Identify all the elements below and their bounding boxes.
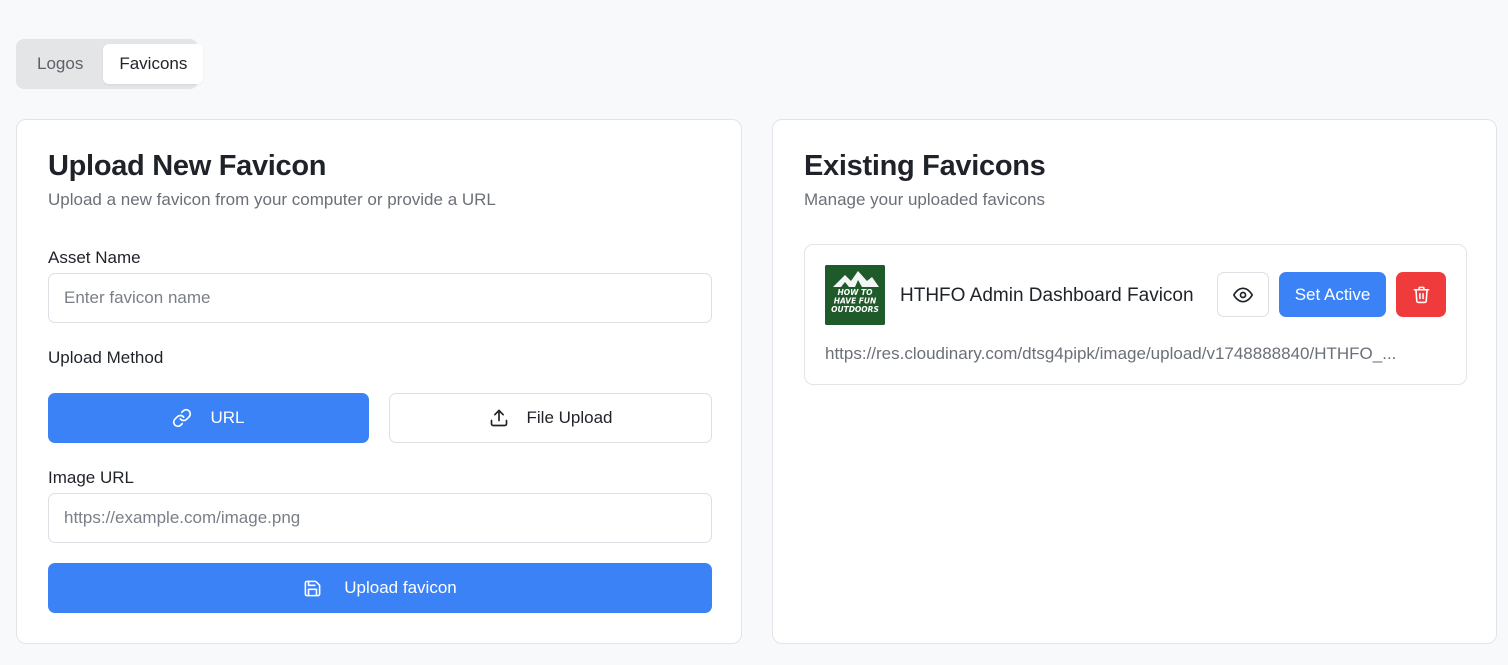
image-url-input[interactable] [48,493,712,543]
image-url-label: Image URL [48,468,134,487]
existing-card-title: Existing Favicons [804,150,1046,182]
method-url-button[interactable]: URL [48,393,369,443]
favicon-name: HTHFO Admin Dashboard Favicon [900,285,1194,306]
upload-favicon-label: Upload favicon [344,578,457,597]
method-file-upload-button[interactable]: File Upload [389,393,712,443]
asset-type-tabs: Logos Favicons [16,39,204,89]
save-icon [303,579,322,598]
tab-favicons[interactable]: Favicons [103,44,204,84]
upload-card-subtitle: Upload a new favicon from your computer … [48,190,496,209]
asset-name-label: Asset Name [48,248,141,267]
method-file-label: File Upload [526,408,613,427]
method-url-label: URL [210,408,245,427]
upload-card-title: Upload New Favicon [48,150,327,182]
eye-icon [1233,285,1253,305]
favicon-list-item: HOW TO HAVE FUN OUTDOORS HTHFO Admin Das… [804,244,1467,385]
upload-favicon-card: Upload New Favicon Upload a new favicon … [16,119,742,644]
tab-logos[interactable]: Logos [21,44,99,84]
upload-icon [489,408,509,428]
link-icon [172,408,192,428]
existing-favicons-card: Existing Favicons Manage your uploaded f… [772,119,1497,644]
set-active-button[interactable]: Set Active [1279,272,1386,317]
favicon-url: https://res.cloudinary.com/dtsg4pipk/ima… [825,344,1397,363]
thumb-text-line-3: OUTDOORS [831,305,879,314]
delete-favicon-button[interactable] [1396,272,1446,317]
favicon-thumbnail: HOW TO HAVE FUN OUTDOORS [825,265,885,325]
view-favicon-button[interactable] [1217,272,1269,317]
upload-method-label: Upload Method [48,348,164,367]
upload-favicon-button[interactable]: Upload favicon [48,563,712,613]
existing-card-subtitle: Manage your uploaded favicons [804,190,1045,209]
trash-icon [1412,285,1431,304]
asset-name-input[interactable] [48,273,712,323]
